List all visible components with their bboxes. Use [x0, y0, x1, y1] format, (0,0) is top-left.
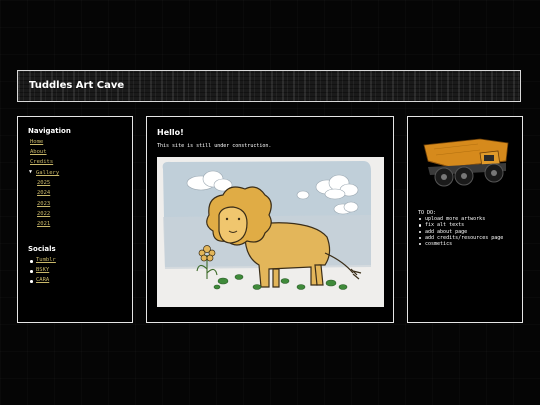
dump-truck-image [423, 138, 509, 187]
gallery-year-2021[interactable]: 2021 [37, 221, 50, 227]
social-link-cara[interactable]: CARA [36, 277, 49, 283]
list-bullet [30, 260, 33, 263]
gallery-year-2024[interactable]: 2024 [37, 190, 50, 196]
social-link-tumblr[interactable]: Tumblr [36, 257, 56, 263]
main-content-panel: Hello! This site is still under construc… [146, 116, 394, 323]
caret-down-icon[interactable]: ▼ [29, 169, 32, 175]
gallery-year-2025[interactable]: 2025 [37, 180, 50, 186]
todo-panel: TO DO: upload more artworks fix alt text… [407, 116, 523, 323]
navigation-title: Navigation [28, 127, 71, 135]
social-link-bsky[interactable]: BSKY [36, 267, 49, 273]
gallery-year-2022[interactable]: 2022 [37, 211, 50, 217]
lion-artwork-image [157, 157, 384, 307]
todo-item: cosmetics [418, 241, 503, 247]
site-header: Tuddles Art Cave [17, 70, 521, 102]
gallery-year-2023[interactable]: 2023 [37, 201, 50, 207]
nav-link-credits[interactable]: Credits [30, 159, 53, 165]
nav-link-gallery[interactable]: Gallery [36, 170, 59, 176]
nav-link-home[interactable]: Home [30, 139, 43, 145]
construction-notice: This site is still under construction. [157, 143, 272, 149]
list-bullet [30, 280, 33, 283]
todo-list: upload more artworks fix alt texts add a… [418, 216, 503, 247]
list-bullet [30, 270, 33, 273]
socials-title: Socials [28, 245, 56, 253]
nav-link-about[interactable]: About [30, 149, 47, 155]
navigation-panel: Navigation Home About Credits ▼ Gallery … [17, 116, 133, 323]
page-heading: Hello! [157, 128, 184, 137]
site-title: Tuddles Art Cave [29, 80, 125, 91]
